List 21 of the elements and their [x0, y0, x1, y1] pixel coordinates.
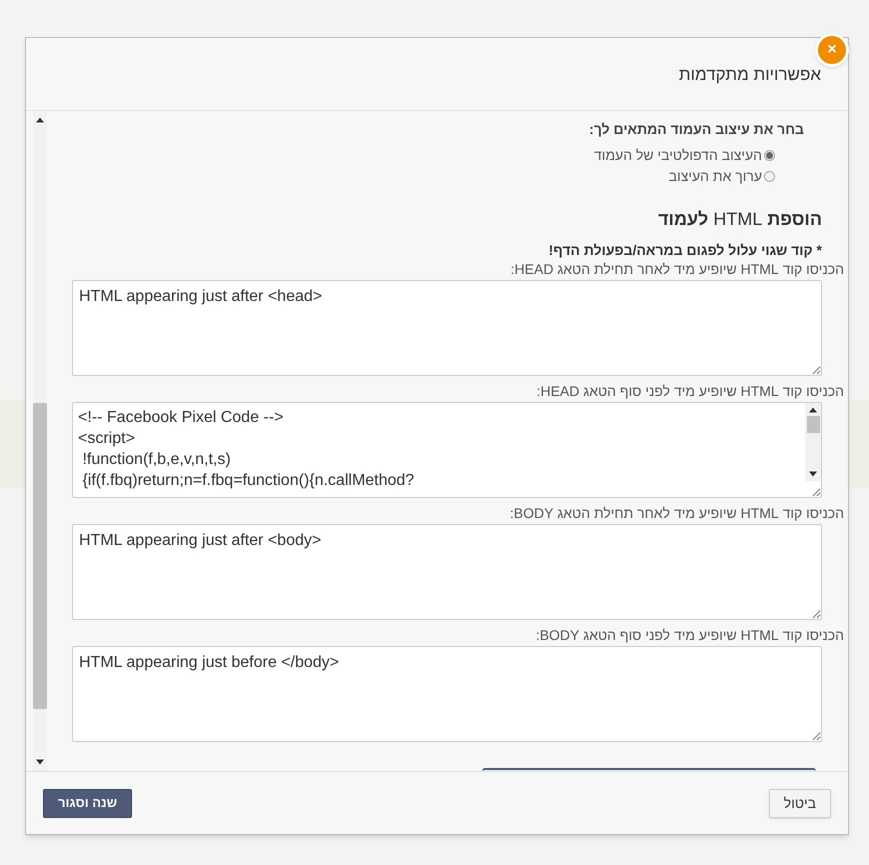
arrow-down-icon[interactable]: [36, 759, 44, 765]
arrow-up-icon[interactable]: [809, 407, 817, 413]
field-label: הכניסו קוד HTML שיופיע מיד לפני סוף הטאג BODY:: [536, 626, 844, 645]
field-label: הכניסו קוד HTML שיופיע מיד לאחר תחילת הטאג HEAD:: [510, 260, 844, 279]
save-close-button[interactable]: שנה וסגור: [43, 788, 132, 818]
html-input-field[interactable]: <!-- Facebook Pixel Code --> <script> !function(f,b,e,v,n,t,s) {if(f.fbq)return;n=f.fbq=function(){n.callMethod?: [72, 402, 822, 498]
design-radio[interactable]: העיצוב הדפולטיבי של העמוד: [594, 146, 775, 165]
field-label: הכניסו קוד HTML שיופיע מיד לאחר תחילת הטאג BODY:: [510, 504, 844, 523]
scrollbar-thumb[interactable]: [33, 403, 47, 709]
dialog-title: אפשרויות מתקדמות: [678, 64, 821, 86]
html-input-field[interactable]: HTML appearing just after <body>: [72, 524, 822, 620]
html-input-field[interactable]: HTML appearing just before </body>: [72, 646, 822, 742]
html-input-field[interactable]: HTML appearing just after <head>: [72, 280, 822, 376]
scrollbar-thumb[interactable]: [806, 416, 820, 433]
arrow-up-icon[interactable]: [36, 117, 44, 123]
section-heading: בחר את עיצוב העמוד המתאים לך:: [588, 120, 804, 139]
design-radio[interactable]: ערוך את העיצוב: [668, 167, 775, 186]
cancel-button[interactable]: ביטול: [768, 788, 831, 818]
arrow-down-icon[interactable]: [809, 471, 817, 477]
field-label: הכניסו קוד HTML שיופיע מיד לפני סוף הטאג HEAD:: [536, 382, 844, 401]
warning-text: * קוד שגוי עלול לפגום במראה/בפעולת הדף!: [548, 241, 822, 260]
